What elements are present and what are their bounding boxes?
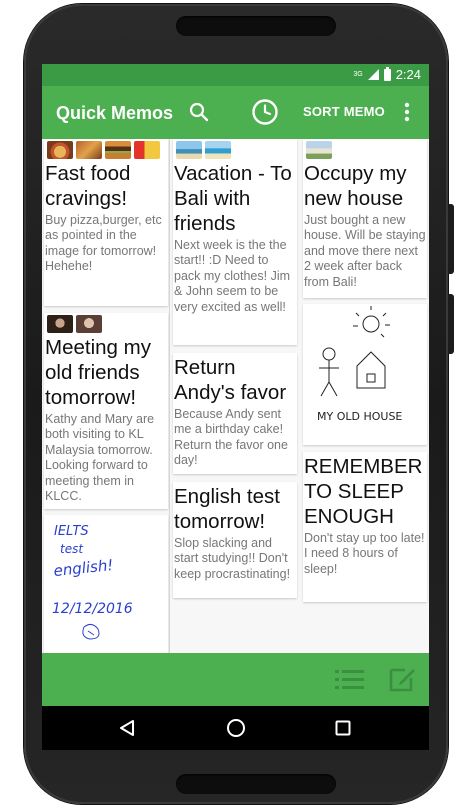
memo-card[interactable]: Occupy my new house Just bought a new ho… — [303, 139, 427, 298]
memo-card[interactable]: Vacation - To Bali with friends Next wee… — [173, 139, 297, 345]
memo-title: Return Andy's favor — [174, 356, 287, 404]
house-drawing: MY OLD HOUSE — [317, 306, 402, 423]
more-vert-icon[interactable] — [400, 100, 414, 124]
memo-card[interactable]: Return Andy's favor Because Andy sent me… — [173, 353, 297, 474]
memo-grid: Fast food cravings! Buy pizza,burger, et… — [42, 139, 429, 653]
memo-body: Don't stay up too late! I need 8 hours o… — [304, 531, 425, 576]
battery-icon — [383, 66, 391, 81]
network-type: 3G — [353, 71, 363, 78]
sketch-line: english! — [53, 556, 114, 580]
memo-card[interactable]: REMEMBER TO SLEEP ENOUGH Don't stay up t… — [303, 452, 427, 602]
house-image — [306, 141, 332, 159]
app-bar: Quick Memos SORT MEMO — [42, 86, 429, 139]
fries-image — [134, 141, 160, 159]
burger-image — [105, 141, 131, 159]
back-icon[interactable] — [118, 719, 136, 737]
bottom-speaker — [176, 774, 336, 794]
memo-body: Because Andy sent me a birthday cake! Re… — [174, 407, 288, 468]
signal-icon — [367, 69, 379, 80]
memo-title: Vacation - To Bali with friends — [174, 162, 292, 235]
list-icon[interactable] — [334, 666, 366, 694]
navigation-bar — [42, 706, 429, 750]
food-image — [76, 141, 102, 159]
memo-title: REMEMBER TO SLEEP ENOUGH — [304, 455, 423, 528]
status-time: 2:24 — [395, 67, 421, 82]
sketch-line: 12/12/2016 — [52, 601, 133, 617]
search-icon[interactable] — [188, 101, 210, 123]
memo-title: Meeting my old friends tomorrow! — [45, 336, 151, 409]
memo-body: Buy pizza,burger, etc as pointed in the … — [45, 213, 162, 274]
app-title: Quick Memos — [56, 103, 174, 123]
volume-button — [448, 204, 454, 274]
handwriting-sketch: IELTS test english! 12/12/2016 — [52, 524, 133, 640]
memo-body: Just bought a new house. Will be staying… — [304, 213, 426, 289]
sketch-line: test — [60, 542, 84, 556]
memo-card-sketch[interactable]: MY OLD HOUSE — [303, 304, 427, 445]
compose-icon[interactable] — [388, 665, 416, 693]
memo-title: Fast food cravings! — [45, 162, 131, 210]
beach-image — [205, 141, 231, 159]
bottom-bar — [42, 653, 429, 706]
memo-images — [44, 313, 168, 333]
memo-card-sketch[interactable]: IELTS test english! 12/12/2016 — [44, 515, 168, 653]
status-bar: 3G 2:24 — [42, 64, 429, 86]
sort-memo-button[interactable]: SORT MEMO — [303, 104, 385, 119]
memo-card[interactable]: Meeting my old friends tomorrow! Kathy a… — [44, 313, 168, 509]
sketch-line: IELTS — [54, 524, 89, 539]
memo-body: Kathy and Mary are both visiting to KL M… — [45, 412, 155, 504]
clock-icon[interactable] — [251, 98, 279, 126]
memo-card[interactable]: English test tomorrow! Slop slacking and… — [173, 482, 297, 598]
column-divider — [169, 139, 170, 653]
memo-images — [173, 139, 297, 159]
sketch-caption: MY OLD HOUSE — [317, 410, 402, 423]
pizza-image — [47, 141, 73, 159]
memo-title: English test tomorrow! — [174, 485, 280, 533]
power-button — [448, 294, 454, 354]
recents-icon[interactable] — [335, 720, 351, 736]
memo-card[interactable]: Fast food cravings! Buy pizza,burger, et… — [44, 139, 168, 306]
memo-body: Next week is the the start!! :D Need to … — [174, 238, 291, 314]
friend-photo — [47, 315, 73, 333]
memo-images — [44, 139, 168, 159]
beach-image — [176, 141, 202, 159]
screen: 3G 2:24 Quick Memos SORT MEMO Fast food … — [42, 64, 429, 706]
memo-title: Occupy my new house — [304, 162, 407, 210]
memo-body: Slop slacking and start studying!! Don't… — [174, 536, 291, 581]
earpiece-speaker — [176, 16, 336, 36]
home-icon[interactable] — [226, 718, 246, 738]
friend-photo — [76, 315, 102, 333]
memo-images — [303, 139, 427, 159]
